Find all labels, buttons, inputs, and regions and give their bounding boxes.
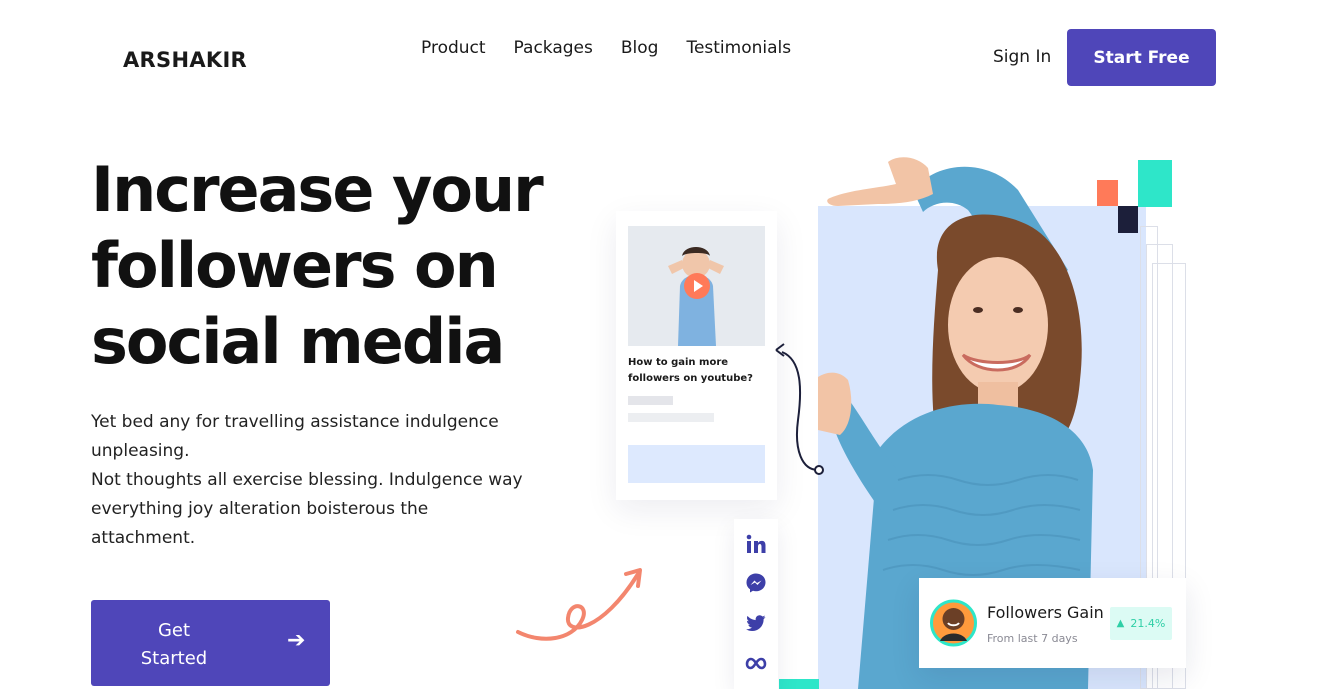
start-free-label: Start Free — [1093, 47, 1190, 68]
get-started-label: Get Started — [140, 620, 208, 669]
decor-bar-teal — [779, 679, 819, 689]
avatar — [930, 599, 977, 647]
social-icon-bar — [734, 519, 778, 689]
placeholder-block — [628, 445, 765, 483]
nav-testimonials[interactable]: Testimonials — [686, 38, 791, 58]
nav-packages[interactable]: Packages — [514, 38, 593, 58]
squiggle-arrow-icon — [516, 568, 642, 641]
followers-gain-card: Followers Gain From last 7 days ▲ 21.4% — [919, 578, 1186, 668]
messenger-icon[interactable] — [745, 572, 767, 594]
growth-badge: ▲ 21.4% — [1110, 607, 1172, 640]
nav-product[interactable]: Product — [421, 38, 486, 58]
hero-description-line: Yet bed any for travelling assistance in… — [91, 412, 499, 461]
nav-blog[interactable]: Blog — [621, 38, 659, 58]
meta-icon[interactable] — [745, 652, 767, 674]
followers-gain-subtitle: From last 7 days — [987, 632, 1078, 645]
placeholder-line — [628, 396, 673, 405]
video-title: How to gain more followers on youtube? — [628, 357, 753, 384]
video-thumbnail[interactable] — [628, 226, 765, 346]
sign-in-link[interactable]: Sign In — [993, 47, 1051, 67]
twitter-icon[interactable] — [745, 612, 767, 634]
arrow-right-icon: ➔ — [287, 628, 306, 653]
play-icon[interactable] — [684, 273, 710, 299]
hero-title: Increase your followers on social media — [91, 153, 544, 378]
hero-description: Yet bed any for travelling assistance in… — [91, 408, 531, 553]
get-started-button[interactable]: Get Started ➔ — [91, 600, 330, 686]
video-card[interactable]: How to gain more followers on youtube? — [616, 211, 777, 500]
followers-gain-title: Followers Gain — [987, 603, 1104, 622]
linkedin-icon[interactable] — [745, 533, 767, 555]
hero-description-line: Not thoughts all exercise blessing. Indu… — [91, 470, 523, 548]
main-nav: Product Packages Blog Testimonials — [421, 38, 791, 58]
start-free-button[interactable]: Start Free — [1067, 29, 1216, 86]
connector-curve-icon — [775, 343, 824, 475]
triangle-up-icon: ▲ — [1116, 618, 1125, 629]
growth-value: 21.4% — [1130, 617, 1166, 630]
placeholder-line — [628, 413, 714, 422]
logo[interactable]: ARSHAKIR — [123, 48, 247, 72]
